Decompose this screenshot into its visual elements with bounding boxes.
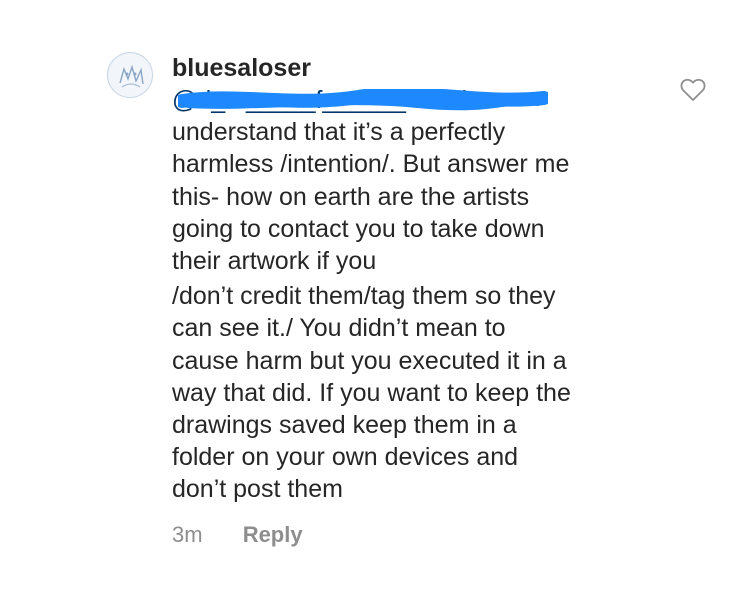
- comment-line: can see it./ You didn’t mean to: [172, 314, 506, 343]
- comment-line: harmless /intention/. But answer me: [172, 150, 570, 179]
- heart-outline-icon: [680, 78, 706, 101]
- comment-line: cause harm but you executed it in a: [172, 346, 567, 375]
- comment-line: /don’t credit them/tag them so they: [172, 282, 556, 311]
- comment-username[interactable]: bluesaloser: [172, 52, 311, 84]
- redaction-scribble: [178, 89, 548, 111]
- comment-line: folder on your own devices and: [172, 443, 519, 472]
- comment-timestamp: 3m: [172, 522, 203, 547]
- comment-item: bluesaloser @d_m_____f______ and i under…: [0, 0, 750, 589]
- reply-button[interactable]: Reply: [243, 520, 303, 550]
- comment-line: this- how on earth are the artists: [172, 182, 530, 211]
- like-button[interactable]: [680, 78, 706, 102]
- comment-text: @d_m_____f______ and i understand that i…: [172, 84, 652, 506]
- comment-line: drawings saved keep them in a: [172, 411, 517, 440]
- comment-line: don’t post them: [172, 475, 343, 504]
- comment-meta: 3m Reply: [172, 520, 303, 550]
- avatar[interactable]: [107, 52, 153, 98]
- comment-line: their artwork if you: [172, 247, 377, 276]
- comment-line: going to contact you to take down: [172, 214, 545, 243]
- comment-line: way that did. If you want to keep the: [172, 378, 571, 407]
- comment-line: understand that it’s a perfectly: [172, 118, 506, 147]
